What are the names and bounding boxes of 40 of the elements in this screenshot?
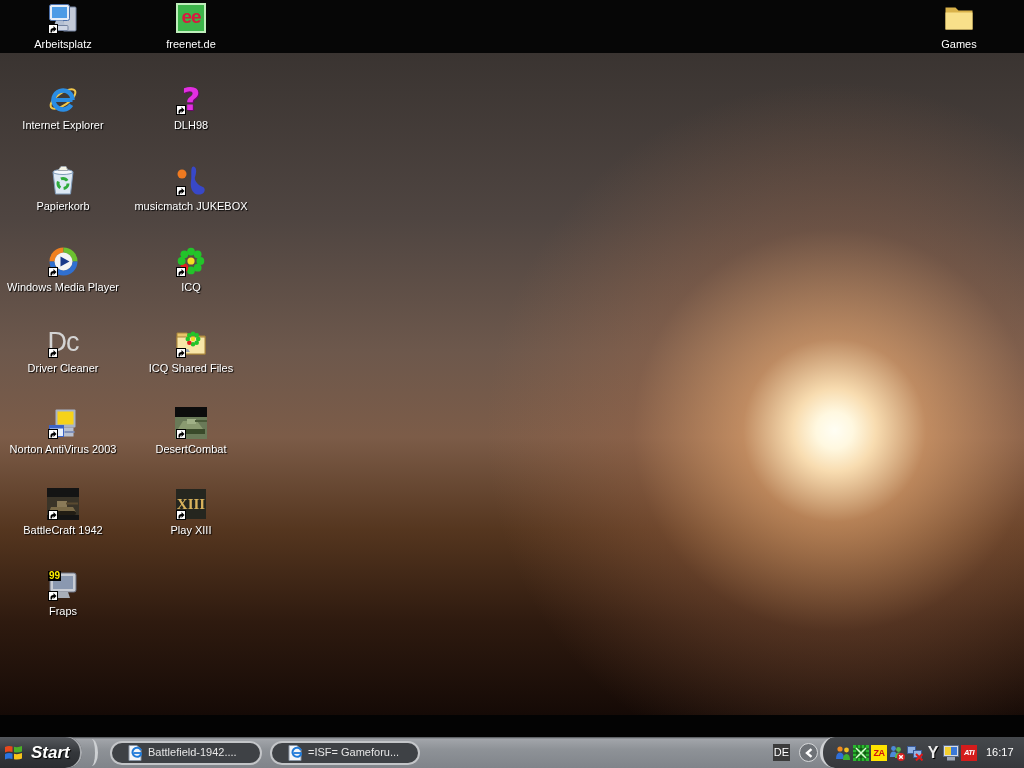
desktop-icon-label[interactable]: Papierkorb	[36, 200, 90, 213]
page-icon[interactable]	[128, 744, 142, 761]
flag-icon[interactable]	[4, 743, 23, 762]
desktop-icon-label[interactable]: freenet.de	[166, 38, 216, 51]
language-indicator[interactable]: DE	[773, 744, 790, 761]
tank-tile-icon[interactable]	[47, 488, 79, 520]
show-hidden-icons-button[interactable]	[799, 743, 818, 762]
desktop-icon-label[interactable]: Fraps	[48, 605, 78, 618]
start-button[interactable]: Start	[0, 737, 82, 768]
desktop-icon-label[interactable]: Driver Cleaner	[27, 362, 99, 375]
desktop-icon-label[interactable]: Games	[941, 38, 977, 51]
desktop-icon-label[interactable]: ICQ Shared Files	[148, 362, 234, 375]
desktop-icon-label[interactable]: Windows Media Player	[7, 281, 119, 294]
play-disc-icon[interactable]	[48, 246, 78, 276]
page-icon[interactable]	[288, 744, 302, 761]
grid-tile-icon[interactable]	[853, 744, 869, 761]
desktop-icon-label[interactable]: ICQ	[181, 281, 201, 294]
za-logo-icon[interactable]: ZA	[871, 744, 887, 761]
chevron-left-icon[interactable]	[804, 747, 813, 758]
desktop-icon-label[interactable]: Play XIII	[170, 524, 212, 537]
clock[interactable]: 16:17	[986, 744, 1014, 761]
desktop-icon-label[interactable]: DesertCombat	[155, 443, 227, 456]
desktop-icon-label[interactable]: Norton AntiVirus 2003	[9, 443, 117, 456]
recycle-bin-icon[interactable]	[52, 165, 74, 195]
flower-icon[interactable]	[177, 247, 205, 275]
tank-tile-icon[interactable]	[175, 407, 207, 439]
network-error-icon[interactable]	[907, 744, 923, 761]
xiii-logo-icon[interactable]: XIII	[176, 489, 206, 519]
desktop-icon-label[interactable]: DLH98	[173, 119, 209, 132]
people-error-icon[interactable]	[889, 744, 905, 761]
y-logo-icon[interactable]: Y	[925, 744, 941, 761]
desktop-icon-label[interactable]: Arbeitsplatz	[34, 38, 92, 51]
monitor-icon[interactable]	[943, 744, 959, 761]
desktop-icon-label[interactable]: musicmatch JUKEBOX	[134, 200, 248, 213]
desktop-icon-label[interactable]: BattleCraft 1942	[23, 524, 103, 537]
people-icon[interactable]	[835, 744, 851, 761]
taskbar-task-button[interactable]: Battlefield-1942....	[110, 740, 262, 765]
taskbar-task-button[interactable]: =ISF= Gameforu...	[270, 740, 420, 765]
ball-pin-icon[interactable]	[176, 165, 206, 195]
desktop-icon-label[interactable]: Internet Explorer	[22, 119, 104, 132]
